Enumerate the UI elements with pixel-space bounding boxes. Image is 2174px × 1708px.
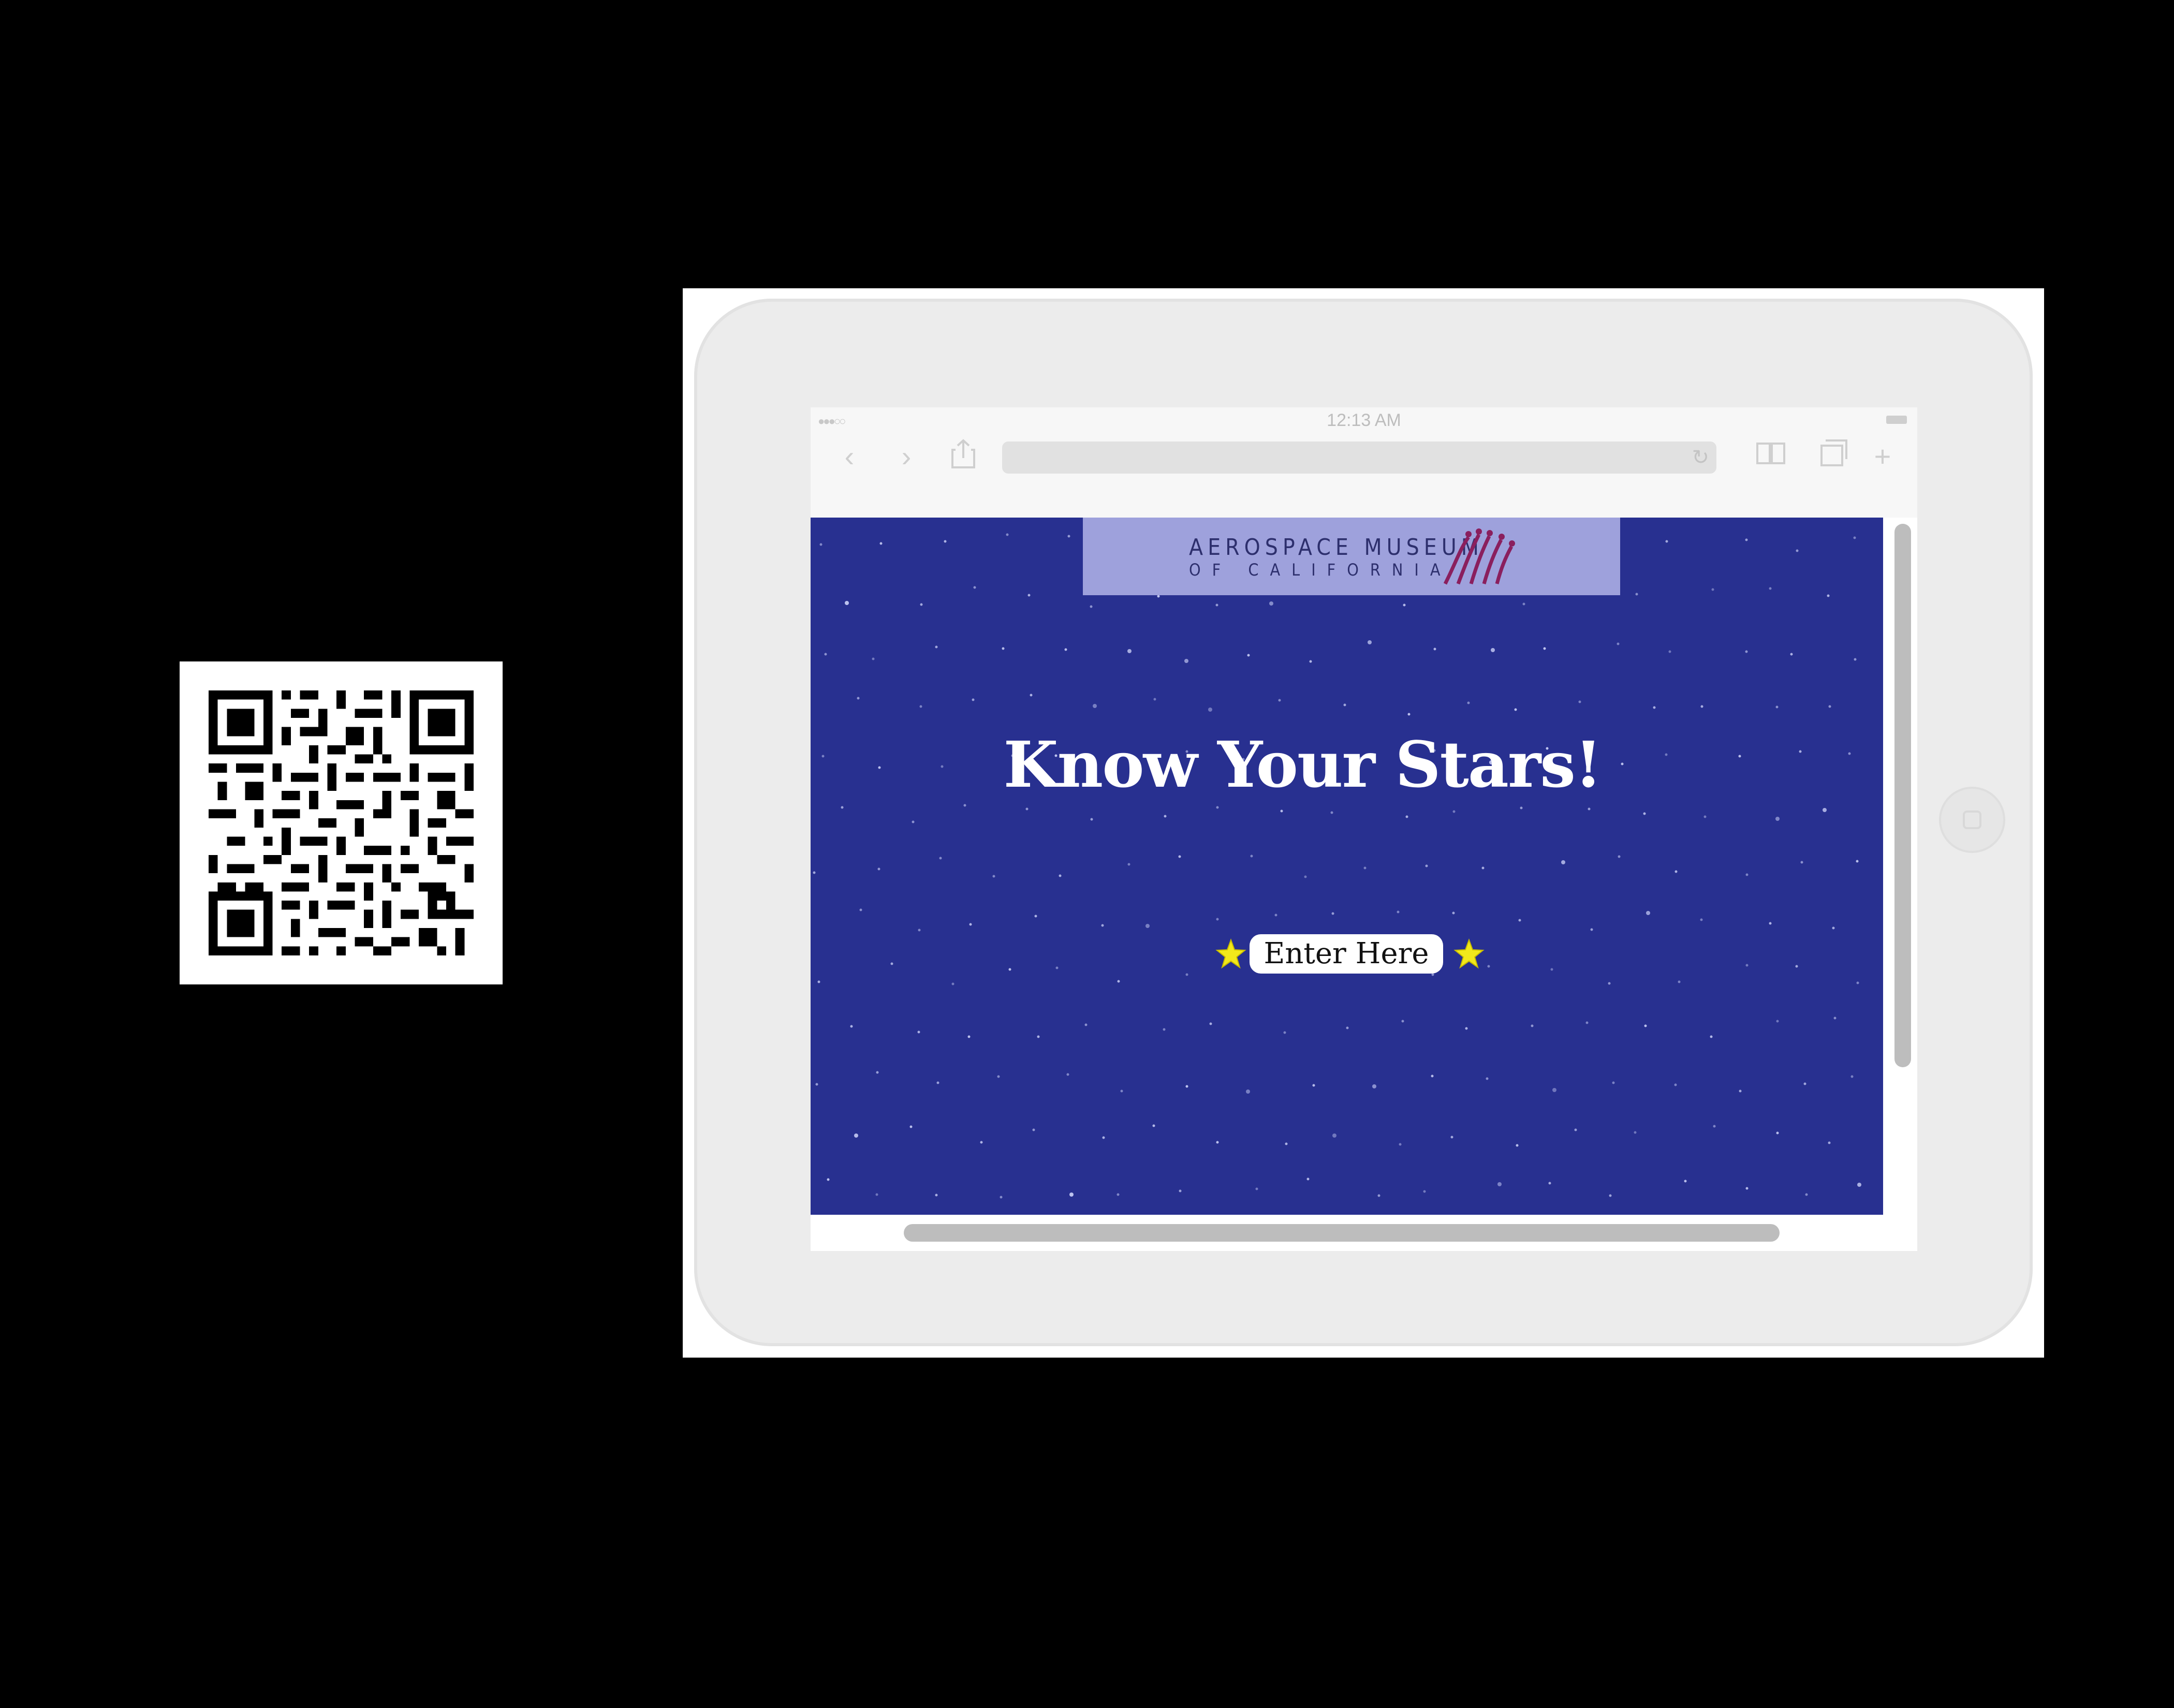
tabs-icon[interactable] (1816, 438, 1852, 475)
home-button[interactable] (1939, 787, 2005, 853)
new-tab-icon[interactable]: + (1864, 438, 1901, 475)
starfield-background (813, 532, 1861, 1199)
page-title: Know Your Stars! (1003, 727, 1603, 802)
battery-icon (1886, 416, 1907, 424)
museum-logo-banner[interactable]: AEROSPACE MUSEUM OF CALIFORNIA (1083, 518, 1620, 595)
logo-jets-icon (1443, 528, 1515, 585)
tablet-screen: ●●●○○ 12:13 AM ‹ › ↻ + AEROSPACE MUSEUM … (811, 407, 1917, 1251)
logo-text-line1: AEROSPACE MUSEUM (1189, 534, 1483, 561)
star-icon (1453, 938, 1485, 969)
reader-icon[interactable] (1753, 438, 1789, 475)
enter-here-group: Enter Here (1215, 932, 1485, 976)
horizontal-scrollbar[interactable] (811, 1215, 1917, 1251)
reload-icon[interactable]: ↻ (1692, 446, 1709, 469)
browser-toolbar: ●●●○○ 12:13 AM ‹ › ↻ + (811, 407, 1917, 519)
status-time: 12:13 AM (1327, 410, 1401, 430)
enter-here-button[interactable]: Enter Here (1250, 934, 1443, 974)
vertical-scroll-thumb[interactable] (1894, 524, 1911, 1067)
qr-code-image (209, 690, 474, 955)
url-bar[interactable]: ↻ (1002, 441, 1716, 474)
web-page: AEROSPACE MUSEUM OF CALIFORNIA Know Your… (811, 518, 1883, 1215)
horizontal-scroll-thumb[interactable] (904, 1224, 1780, 1242)
star-icon (1215, 938, 1246, 969)
share-icon[interactable] (945, 438, 981, 475)
qr-code (180, 661, 503, 984)
back-icon[interactable]: ‹ (831, 438, 868, 475)
forward-icon[interactable]: › (888, 438, 924, 475)
logo-text-line2: OF CALIFORNIA (1189, 560, 1452, 580)
vertical-scrollbar[interactable] (1883, 518, 1917, 1215)
home-square-icon (1963, 811, 1981, 829)
tablet-mockup: ●●●○○ 12:13 AM ‹ › ↻ + AEROSPACE MUSEUM … (683, 288, 2044, 1358)
